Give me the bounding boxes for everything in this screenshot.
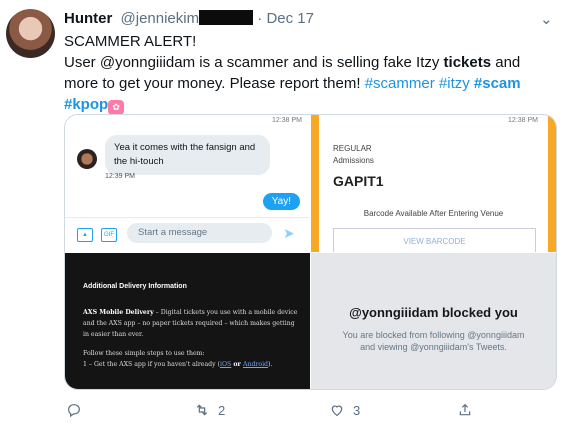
gif-icon: GIF: [101, 228, 117, 242]
share-button[interactable]: [457, 402, 473, 418]
tweet-line-2: User @yonngiiidam is a scammer and is se…: [64, 52, 554, 115]
android-link: Android: [242, 361, 269, 368]
reply-button[interactable]: [66, 402, 90, 418]
blocked-screenshot[interactable]: @yonngiiidam blocked you You are blocked…: [311, 253, 556, 389]
more-options-chevron-icon[interactable]: ⌄: [540, 10, 553, 28]
display-name[interactable]: Hunter: [64, 10, 112, 27]
ticket-event-name: GAPIT1: [333, 173, 384, 189]
retweet-button[interactable]: 2: [194, 402, 225, 418]
ticket-type: REGULAR Admissions: [333, 143, 374, 167]
ios-link: iOS: [219, 361, 232, 368]
dm-message-bubble: Yea it comes with the fansign and the hi…: [105, 135, 270, 175]
email-body: AXS Mobile Delivery – Digital tickets yo…: [83, 307, 299, 370]
redaction-box: [199, 10, 254, 25]
tweet-line-1: SCAMMER ALERT!: [64, 33, 197, 50]
dm-message-time: 12:39 PM: [105, 173, 135, 180]
separator: ·: [257, 10, 263, 27]
share-icon: [459, 403, 471, 416]
email-bold-lead: AXS Mobile Delivery: [83, 309, 154, 316]
blocked-title: @yonngiiidam blocked you: [349, 305, 518, 320]
ribbon-emoji-icon: ✿: [108, 100, 125, 115]
reply-icon: [68, 404, 80, 418]
email-p3b: ).: [268, 361, 273, 368]
media-divider-horizontal: [65, 252, 556, 253]
email-paragraph-3: 1 – Get the AXS app if you haven't alrea…: [83, 359, 299, 370]
ticket-type-label: REGULAR: [333, 144, 372, 153]
image-icon: ▲: [77, 228, 93, 242]
hashtag-itzy[interactable]: #itzy: [439, 75, 470, 92]
like-count: 3: [353, 402, 361, 418]
ticket-card: 12:38 PM REGULAR Admissions GAPIT1 Barco…: [319, 115, 548, 256]
blocked-text: You are blocked from following @yonngiii…: [342, 330, 525, 352]
tweet-text: SCAMMER ALERT! User @yonngiiidam is a sc…: [64, 31, 554, 115]
hashtag-kpop[interactable]: #kpop: [64, 96, 108, 113]
tweet-date[interactable]: Dec 17: [266, 10, 314, 27]
retweet-icon: [196, 404, 208, 416]
tweet-actions: 2 3: [64, 402, 484, 422]
email-screenshot[interactable]: Additional Delivery Information AXS Mobi…: [65, 253, 310, 389]
tweet-text-bold: tickets: [443, 54, 492, 71]
ticket-barcode-note: Barcode Available After Entering Venue: [363, 209, 504, 218]
dm-avatar: [77, 149, 97, 169]
like-button[interactable]: 3: [329, 402, 360, 418]
dm-time-top: 12:38 PM: [272, 117, 302, 124]
dm-screenshot[interactable]: 12:38 PM Yea it comes with the fansign a…: [65, 115, 310, 252]
hashtag-scammer[interactable]: #scammer: [365, 75, 435, 92]
tweet-text-a: User @yonngiiidam is a scammer and is se…: [64, 54, 444, 71]
send-icon: ➤: [283, 225, 295, 241]
ticket-screenshot[interactable]: 12:38 PM REGULAR Admissions GAPIT1 Barco…: [311, 115, 556, 256]
ticket-time-top: 12:38 PM: [508, 117, 538, 124]
dm-compose-bar: ▲ GIF Start a message ➤: [65, 217, 310, 250]
hashtag-scam[interactable]: #scam: [474, 75, 521, 92]
email-paragraph-1: AXS Mobile Delivery – Digital tickets yo…: [83, 307, 299, 340]
tweet-header: Hunter @jenniekim · Dec 17: [64, 10, 314, 27]
user-handle[interactable]: @jenniekim: [121, 10, 200, 27]
email-paragraph-2: Follow these simple steps to use them:: [83, 350, 205, 357]
email-or: or: [231, 361, 243, 368]
dm-message-input: Start a message: [127, 223, 272, 243]
retweet-count: 2: [218, 402, 226, 418]
heart-icon: [331, 405, 343, 417]
avatar[interactable]: [6, 9, 55, 58]
media-grid[interactable]: 12:38 PM Yea it comes with the fansign a…: [64, 114, 557, 390]
dm-reply-bubble: Yay!: [262, 193, 300, 210]
email-p3a: 1 – Get the AXS app if you haven't alrea…: [83, 361, 220, 368]
ticket-admission-label: Admissions: [333, 156, 374, 165]
email-heading: Additional Delivery Information: [83, 283, 187, 290]
